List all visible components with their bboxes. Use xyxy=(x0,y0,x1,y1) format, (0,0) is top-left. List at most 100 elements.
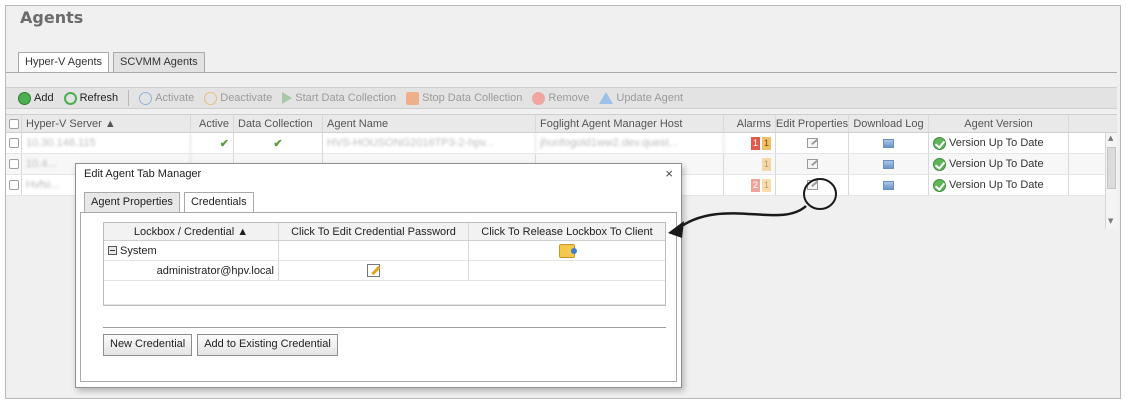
grid-scrollbar[interactable]: ▲ ▼ xyxy=(1105,133,1117,229)
activate-button[interactable]: Activate xyxy=(135,91,198,105)
tab-agent-properties[interactable]: Agent Properties xyxy=(84,192,180,212)
check-circle-icon xyxy=(933,136,946,150)
page-title: Agents xyxy=(20,8,84,27)
remove-icon xyxy=(532,91,546,105)
edit-properties-icon[interactable] xyxy=(776,154,849,174)
version-cell: Version Up To Date xyxy=(929,133,1069,153)
alarm-warning-badge: 1 xyxy=(762,178,771,192)
alarms-cell[interactable]: 2 1 xyxy=(724,175,776,195)
column-agent-version[interactable]: Agent Version xyxy=(929,115,1069,132)
close-icon[interactable]: × xyxy=(665,167,673,181)
add-existing-credential-button[interactable]: Add to Existing Credential xyxy=(197,334,338,356)
remove-button[interactable]: Remove xyxy=(528,91,593,105)
column-release-lockbox[interactable]: Click To Release Lockbox To Client xyxy=(469,223,665,240)
download-log-icon[interactable] xyxy=(849,175,929,195)
alarm-critical-badge: 2 xyxy=(751,178,760,192)
empty-row xyxy=(104,281,665,305)
row-checkbox[interactable] xyxy=(6,154,22,174)
refresh-label: Refresh xyxy=(79,92,119,104)
release-lockbox-cell[interactable] xyxy=(469,241,665,260)
scroll-down-icon[interactable]: ▼ xyxy=(1108,217,1113,225)
lockbox-group-label: System xyxy=(120,244,157,257)
credential-name-cell: administrator@hpv.local xyxy=(104,261,279,280)
empty-cell xyxy=(279,241,469,260)
alarm-critical-badge: 1 xyxy=(751,136,760,150)
credentials-table-header: Lockbox / Credential ▲ Click To Edit Cre… xyxy=(104,223,665,241)
alarms-cell[interactable]: 1 xyxy=(724,154,776,174)
release-lockbox-icon[interactable] xyxy=(559,243,577,258)
grid-header: Hyper-V Server ▲ Active Data Collection … xyxy=(6,114,1117,133)
check-circle-icon xyxy=(933,157,946,171)
download-log-icon[interactable] xyxy=(849,133,929,153)
column-edit-credential-password[interactable]: Click To Edit Credential Password xyxy=(279,223,469,240)
agent-tabs: Hyper-V Agents SCVMM Agents xyxy=(18,52,205,73)
column-hyper-v-server[interactable]: Hyper-V Server ▲ xyxy=(22,115,191,132)
play-icon xyxy=(282,92,293,104)
update-agent-button[interactable]: Update Agent xyxy=(595,92,687,104)
dialog-title: Edit Agent Tab Manager xyxy=(84,168,202,180)
dialog-divider xyxy=(103,327,666,328)
column-download-log[interactable]: Download Log xyxy=(849,115,929,132)
select-all-checkbox[interactable] xyxy=(6,115,22,132)
active-check-icon: ✔ xyxy=(191,133,234,153)
edit-pencil-icon[interactable] xyxy=(367,264,380,277)
table-row[interactable]: System xyxy=(104,241,665,261)
host-cell: jhunfogold1ww2.dev.quest... xyxy=(536,133,724,153)
add-label: Add xyxy=(34,92,54,104)
stop-icon xyxy=(406,91,420,105)
collection-check-icon: ✔ xyxy=(234,133,323,153)
row-checkbox[interactable] xyxy=(6,133,22,153)
column-active[interactable]: Active xyxy=(191,115,234,132)
scroll-up-icon[interactable]: ▲ xyxy=(1108,134,1113,142)
lockbox-group-cell[interactable]: System xyxy=(104,241,279,260)
edit-password-cell[interactable] xyxy=(279,261,469,280)
refresh-button[interactable]: Refresh xyxy=(60,91,123,105)
column-data-collection[interactable]: Data Collection xyxy=(234,115,323,132)
alarm-warning-badge: 1 xyxy=(762,136,771,150)
new-credential-button[interactable]: New Credential xyxy=(103,334,193,356)
activate-label: Activate xyxy=(155,92,195,104)
collapse-icon[interactable] xyxy=(108,246,117,255)
column-agent-name[interactable]: Agent Name xyxy=(323,115,536,132)
version-cell: Version Up To Date xyxy=(929,154,1069,174)
header-spacer xyxy=(1069,115,1082,132)
scrollbar-thumb[interactable] xyxy=(1107,147,1116,189)
tab-credentials[interactable]: Credentials xyxy=(183,192,254,213)
column-alarms[interactable]: Alarms xyxy=(724,115,776,132)
edit-agent-dialog: Edit Agent Tab Manager × Agent Propertie… xyxy=(75,163,682,388)
credentials-table: Lockbox / Credential ▲ Click To Edit Cre… xyxy=(103,222,666,306)
stop-collection-label: Stop Data Collection xyxy=(422,92,523,104)
arrow-up-icon xyxy=(599,92,614,104)
column-edit-properties[interactable]: Edit Properties xyxy=(776,115,849,132)
dialog-tabs: Agent Properties Credentials xyxy=(84,192,254,213)
toolbar-separator xyxy=(128,90,130,106)
deactivate-button[interactable]: Deactivate xyxy=(200,91,276,105)
start-data-collection-button[interactable]: Start Data Collection xyxy=(278,92,400,104)
empty-cell xyxy=(469,261,665,280)
tab-scvmm-agents[interactable]: SCVMM Agents xyxy=(113,52,205,72)
table-row[interactable]: 10.30.148.115 ✔ ✔ HVS-HOUSONG2016TP3-2-h… xyxy=(6,133,1117,154)
alarms-cell[interactable]: 1 1 xyxy=(724,133,776,153)
table-row[interactable]: administrator@hpv.local xyxy=(104,261,665,281)
tab-hyper-v-agents[interactable]: Hyper-V Agents xyxy=(18,52,110,73)
column-agent-manager-host[interactable]: Foglight Agent Manager Host xyxy=(536,115,724,132)
power-icon xyxy=(139,91,153,105)
column-lockbox-credential[interactable]: Lockbox / Credential ▲ xyxy=(104,223,279,240)
power-off-icon xyxy=(204,91,218,105)
dialog-title-bar: Edit Agent Tab Manager × xyxy=(76,164,681,185)
refresh-icon xyxy=(63,91,77,105)
deactivate-label: Deactivate xyxy=(220,92,273,104)
version-cell: Version Up To Date xyxy=(929,175,1069,195)
update-agent-label: Update Agent xyxy=(616,92,684,104)
add-button[interactable]: Add xyxy=(14,91,58,105)
edit-properties-icon[interactable] xyxy=(776,175,849,195)
tab-divider xyxy=(6,72,1117,73)
server-cell: 10.30.148.115 xyxy=(22,133,191,153)
row-checkbox[interactable] xyxy=(6,175,22,195)
dialog-buttons: New Credential Add to Existing Credentia… xyxy=(103,334,338,356)
credentials-panel: Lockbox / Credential ▲ Click To Edit Cre… xyxy=(80,212,677,382)
stop-data-collection-button[interactable]: Stop Data Collection xyxy=(402,91,526,105)
download-log-icon[interactable] xyxy=(849,154,929,174)
alarm-warning-badge: 1 xyxy=(762,157,771,171)
edit-properties-icon[interactable] xyxy=(776,133,849,153)
